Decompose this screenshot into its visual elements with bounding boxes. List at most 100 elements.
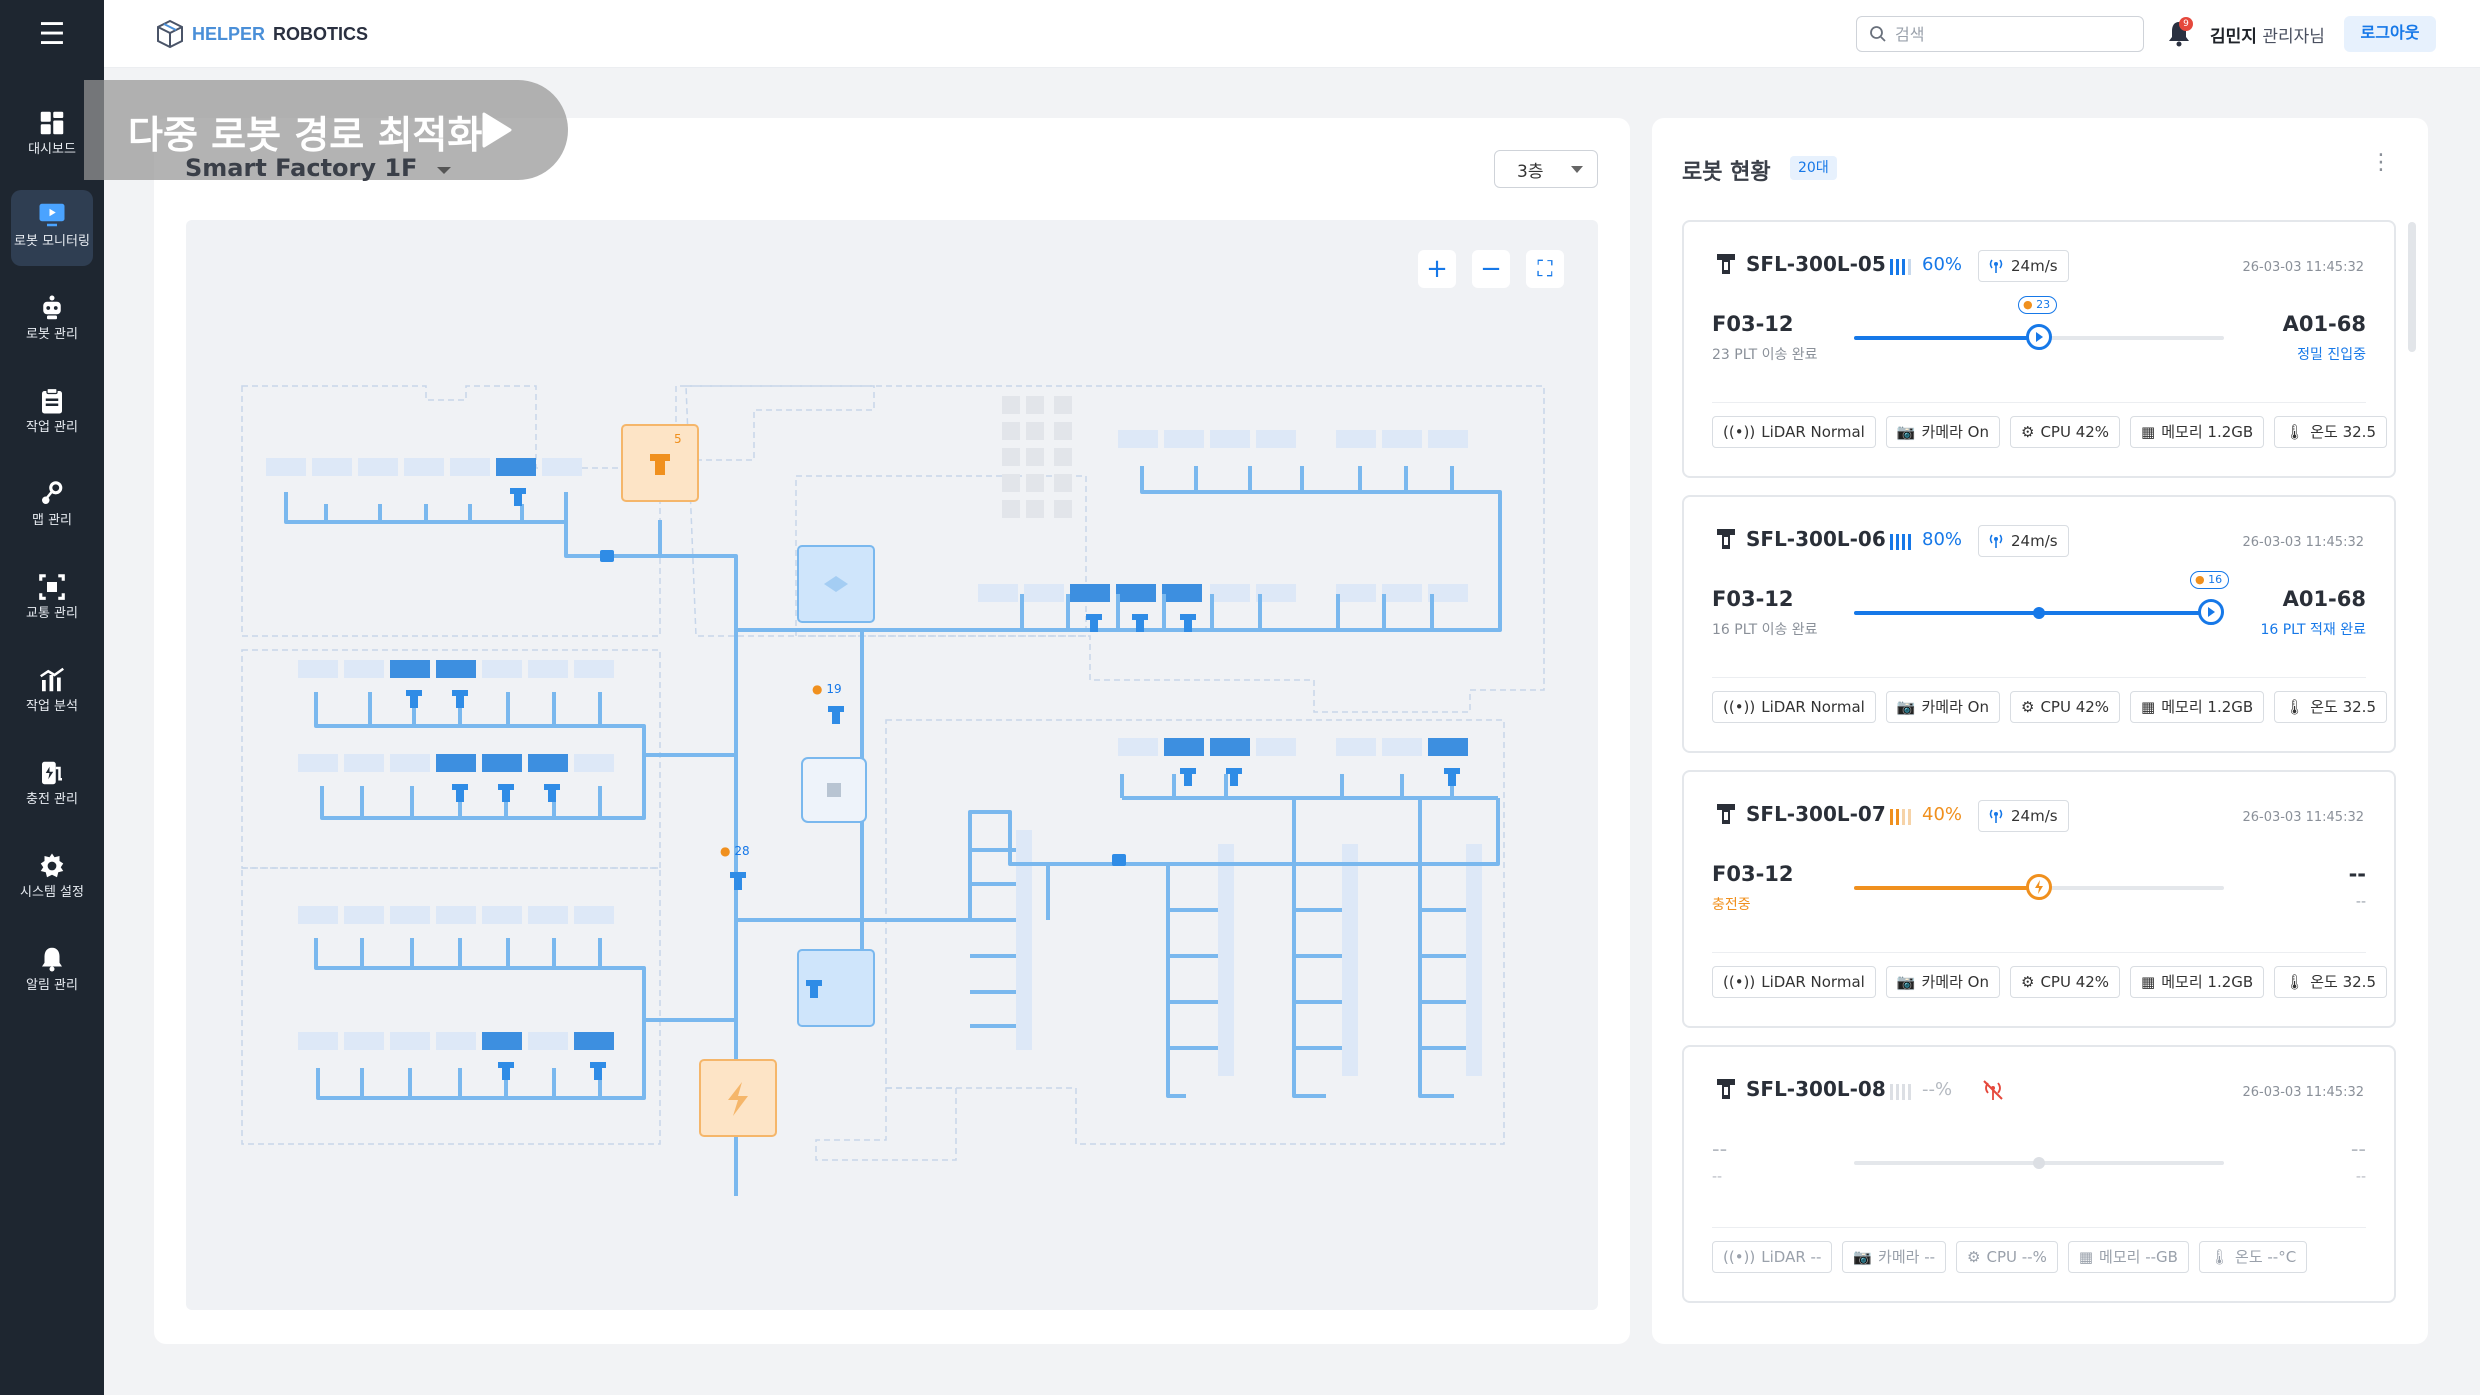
- search-icon: [1870, 26, 1886, 42]
- user-greeting[interactable]: 김민지 관리자님: [2210, 22, 2325, 47]
- sidebar-item-charging-management[interactable]: 충전 관리: [11, 748, 93, 824]
- sidebar-item-label: 알림 관리: [26, 978, 78, 993]
- speed-value: 24m/s: [2011, 532, 2058, 550]
- chevron-down-icon: [436, 167, 451, 174]
- route-network: [284, 466, 1502, 1196]
- robot-card[interactable]: SFL-300L-06 80% 24m/s 26-03-03 11:45:32 …: [1682, 495, 2396, 753]
- thermometer-icon: 🌡: [2285, 423, 2305, 441]
- route-progress-fill: [1854, 336, 2039, 340]
- battery-icon: [1890, 534, 1911, 550]
- progress-knob[interactable]: [2198, 599, 2224, 625]
- charging-knob[interactable]: [2026, 874, 2052, 900]
- route-progress-track: ● 16: [1854, 571, 2230, 625]
- battery-icon: [1890, 259, 1911, 275]
- cargo-qty-badge: ● 23: [2018, 296, 2058, 314]
- rack-grid-mid-left: [298, 660, 614, 772]
- top-header: HELPER ROBOTICS 9 김민지 관리자님 로그아웃: [104, 0, 2480, 68]
- temperature-chip: 🌡 온도 32.5: [2274, 691, 2387, 723]
- battery-percent: 40%: [1922, 804, 1963, 825]
- brand-logo[interactable]: HELPER ROBOTICS: [156, 18, 368, 50]
- sidebar-item-robot-monitoring[interactable]: 로봇 모니터링: [11, 190, 93, 266]
- sensor-chips: ((•)) LiDAR Normal 📷 카메라 On ⚙ CPU 42% ▦ 메모리 …: [1712, 966, 2387, 998]
- route-progress-track: [1854, 1157, 2224, 1169]
- notification-count-badge: 9: [2179, 17, 2193, 31]
- staging-blocks: [1002, 396, 1072, 518]
- lidar-icon: ((•)): [1723, 423, 1756, 441]
- factory-title[interactable]: Smart Factory 1F: [185, 154, 452, 182]
- cpu-usage: CPU --%: [1986, 1248, 2047, 1266]
- origin-location: --: [1712, 1137, 1728, 1161]
- sidebar-item-task-analytics[interactable]: 작업 분석: [11, 655, 93, 731]
- sidebar-item-label: 충전 관리: [26, 792, 78, 807]
- lidar-status: LiDAR --: [1761, 1248, 1822, 1266]
- sidebar-item-alert-management[interactable]: 알림 관리: [11, 934, 93, 1010]
- card-divider: [1712, 1227, 2366, 1228]
- sidebar-item-task-management[interactable]: 작업 관리: [11, 376, 93, 452]
- charger-qty-badge: 5: [674, 432, 682, 446]
- search-box[interactable]: [1856, 16, 2144, 52]
- origin-status: 충전중: [1712, 897, 1751, 913]
- cpu-chip: ⚙ CPU 42%: [2009, 966, 2121, 998]
- cpu-usage: CPU 42%: [2040, 423, 2110, 441]
- cpu-chip: ⚙ CPU --%: [1956, 1241, 2058, 1273]
- factory-map[interactable]: + − ⛶ 5 ● 19 ● 28: [186, 220, 1598, 1310]
- temperature-chip: 🌡 온도 32.5: [2274, 966, 2387, 998]
- sidebar-item-label: 맵 관리: [31, 513, 72, 528]
- sidebar-item-map-management[interactable]: 맵 관리: [11, 469, 93, 545]
- sidebar-item-dashboard[interactable]: 대시보드: [11, 98, 93, 174]
- search-input[interactable]: [1895, 24, 2125, 44]
- cpu-icon: ⚙: [2020, 698, 2035, 716]
- signal-lost-icon: [1983, 1080, 2003, 1100]
- route-progress-track: ● 23: [1854, 296, 2224, 350]
- sensor-chips: ((•)) LiDAR Normal 📷 카메라 On ⚙ CPU 42% ▦ 메모리 …: [1712, 416, 2387, 448]
- destination-status: --: [2355, 1169, 2366, 1185]
- map-panel: Smart Factory 1F 3층 + − ⛶ 5 ● 19 ● 28: [154, 118, 1630, 1344]
- analytics-icon: [40, 667, 64, 692]
- speed-chip: 24m/s: [1978, 250, 2069, 282]
- origin-location: F03-12: [1712, 862, 1794, 886]
- forklift-robot-icon: [1717, 1079, 1735, 1099]
- cpu-icon: ⚙: [1967, 1248, 1981, 1266]
- robot-card[interactable]: SFL-300L-07 40% 24m/s 26-03-03 11:45:32 …: [1682, 770, 2396, 1028]
- speed-chip: 24m/s: [1978, 800, 2069, 832]
- progress-knob[interactable]: [2026, 324, 2052, 350]
- battery-icon: [1890, 1084, 1911, 1100]
- rack-grid-top-left: [266, 458, 582, 476]
- timestamp: 26-03-03 11:45:32: [2242, 810, 2364, 825]
- memory-usage: 메모리 1.2GB: [2161, 973, 2254, 991]
- robot-parking-station: [797, 949, 875, 1027]
- junction-qty-badge: ● 19: [812, 682, 842, 696]
- memory-icon: ▦: [2078, 1248, 2094, 1266]
- user-role: 관리자님: [2262, 27, 2325, 47]
- temperature-chip: 🌡 온도 32.5: [2274, 416, 2387, 448]
- cargo-qty-badge: ● 16: [2190, 571, 2230, 589]
- forklift-robot-icon: [1717, 254, 1735, 274]
- sidebar-item-label: 대시보드: [28, 142, 76, 157]
- more-menu-icon[interactable]: ⋮: [2370, 150, 2392, 175]
- lower-qty-badge: ● 28: [720, 844, 750, 858]
- robot-list-scrollbar[interactable]: [2408, 222, 2416, 352]
- robot-markers: [406, 488, 1460, 1080]
- sidebar-item-label: 작업 관리: [26, 420, 78, 435]
- sidebar-item-traffic-management[interactable]: 교통 관리: [11, 562, 93, 638]
- sidebar-item-system-settings[interactable]: 시스템 설정: [11, 841, 93, 917]
- logout-button[interactable]: 로그아웃: [2344, 16, 2436, 52]
- robot-name: SFL-300L-06: [1746, 527, 1886, 551]
- menu-icon[interactable]: ☰: [34, 20, 70, 50]
- floor-select[interactable]: 3층: [1494, 150, 1598, 188]
- battery-percent: --%: [1922, 1079, 1953, 1100]
- play-icon[interactable]: [480, 110, 514, 150]
- sidebar-item-robot-management[interactable]: 로봇 관리: [11, 283, 93, 359]
- sensor-chips: ((•)) LiDAR Normal 📷 카메라 On ⚙ CPU 42% ▦ 메모리 …: [1712, 691, 2387, 723]
- robot-card[interactable]: SFL-300L-08 --% 26-03-03 11:45:32 -- -- …: [1682, 1045, 2396, 1303]
- lidar-chip: ((•)) LiDAR Normal: [1712, 416, 1876, 448]
- chevron-down-icon: [1571, 166, 1583, 173]
- destination-location: --: [2350, 1137, 2366, 1161]
- camera-status: 카메라 On: [1921, 423, 1989, 441]
- lightning-icon: [2035, 880, 2043, 894]
- camera-chip: 📷 카메라 On: [1885, 966, 2000, 998]
- clipboard-icon: [42, 387, 62, 414]
- robot-card[interactable]: SFL-300L-05 60% 24m/s 26-03-03 11:45:32 …: [1682, 220, 2396, 478]
- lidar-status: LiDAR Normal: [1761, 423, 1865, 441]
- robot-panel-title: 로봇 현황: [1682, 160, 1771, 185]
